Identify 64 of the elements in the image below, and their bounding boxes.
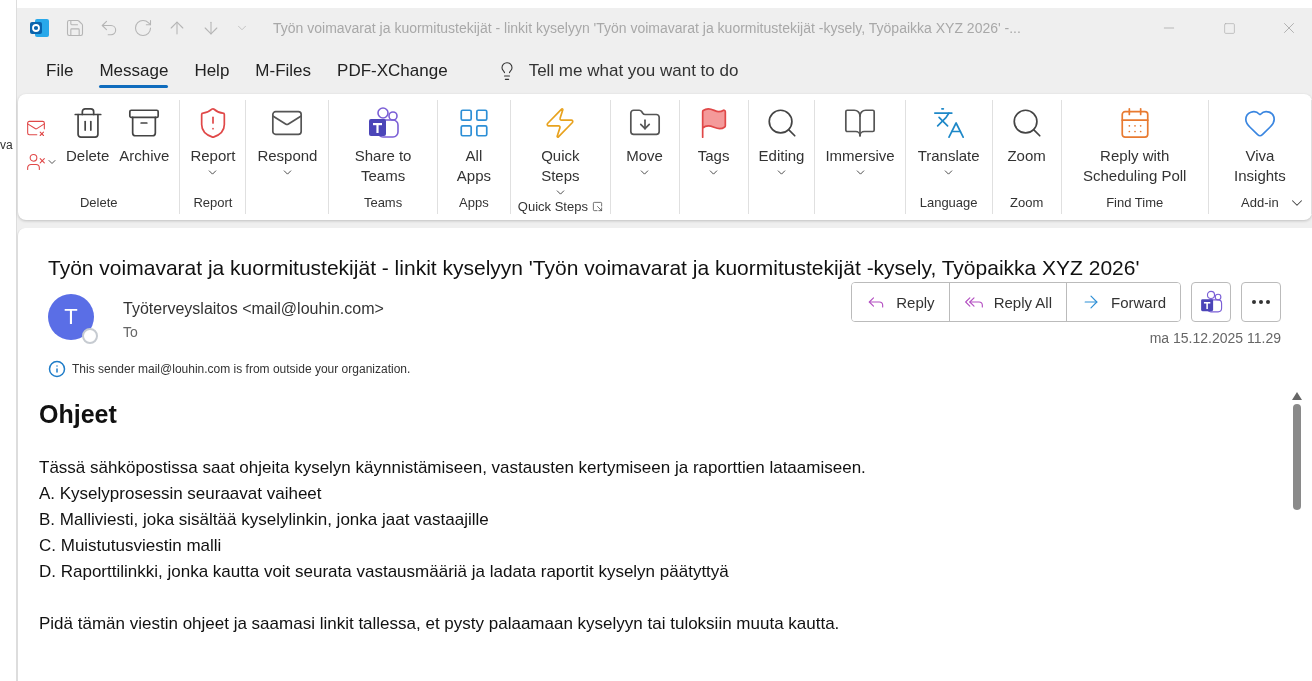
ribbon-button[interactable]: All Apps <box>443 106 505 186</box>
ribbon-button[interactable]: Quick Steps <box>517 106 604 199</box>
teams-icon <box>366 106 401 140</box>
menu-tab[interactable]: PDF-XChange <box>324 53 461 89</box>
ribbon-button[interactable]: Zoom <box>1003 106 1050 166</box>
dialog-launcher-icon[interactable] <box>591 201 603 212</box>
ribbon-button[interactable]: Share to Teams <box>335 106 431 186</box>
body-heading: Ohjeet <box>39 400 118 429</box>
to-label: To <box>123 324 139 340</box>
email-action-button[interactable]: Forward <box>1066 283 1180 321</box>
sender-name[interactable]: Työterveyslaitos <mail@louhin.com> <box>123 300 852 318</box>
menu-tab[interactable]: M-Files <box>242 53 325 89</box>
archive-box-icon <box>127 106 162 140</box>
ribbon-button[interactable]: Respond <box>253 106 322 179</box>
maximize-icon[interactable] <box>1222 21 1236 35</box>
body-text: Tässä sähköpostissa saat ohjeita kyselyn käynnistämiseen, vastausten kertymiseen ja raporttien lataamiseen. <box>39 457 867 479</box>
window-title: Työn voimavarat ja kuormitustekijät - linkit kyselyyn 'Työn voimavarat ja kuormitustekijät -kysely, Työpaikka XYZ 2026' -... <box>273 20 1022 36</box>
ribbon-button[interactable]: Editing <box>754 106 809 179</box>
mail-blocked-icon <box>26 118 46 138</box>
info-icon <box>48 360 66 378</box>
email-subject: Työn voimavarat ja kuormitustekijät - linkit kyselyyn 'Työn voimavarat ja kuormitustekijät -kysely, Työpaikka XYZ 2026' <box>48 256 1141 280</box>
person-blocked-icon <box>26 152 46 172</box>
ribbon-group-label: Find Time <box>1106 194 1164 210</box>
body-list-line: B. Malliviesti, joka sisältää kyselylinkin, jonka jaat vastaajille <box>39 509 490 531</box>
menu-tab[interactable]: Help <box>181 53 243 89</box>
body-list-line: C. Muistutusviestin malli <box>39 535 223 557</box>
ribbon-group-label: Teams <box>363 194 403 210</box>
ribbon-button[interactable]: Archive <box>115 106 174 166</box>
menu-tab[interactable]: File <box>33 53 87 89</box>
ribbon-group-label: Delete <box>79 194 118 210</box>
tell-me-field[interactable]: Tell me what you want to do <box>528 61 739 81</box>
outlook-logo <box>29 17 51 39</box>
body-text: Pidä tämän viestin ohjeet ja saamasi linkit tallessa, et pysty palaamaan kyselyyn tai tuloksiin muuta kautta. <box>39 613 841 635</box>
scroll-up-icon[interactable] <box>1292 392 1302 400</box>
body-list-line: A. Kyselyprosessin seuraavat vaiheet <box>39 483 323 505</box>
background-window-text: va <box>0 138 14 152</box>
ribbon-button[interactable]: Immersive <box>821 106 899 179</box>
ribbon-button[interactable]: Translate <box>913 106 984 179</box>
ribbon-group-label: Add-in <box>1241 194 1279 210</box>
ribbon-button[interactable]: Move <box>622 106 667 179</box>
undo-icon[interactable] <box>99 18 119 38</box>
ribbon-button[interactable]: Report <box>186 106 240 179</box>
more-icon <box>1252 300 1270 304</box>
redo-icon[interactable] <box>133 18 153 38</box>
ribbon-button[interactable]: Reply with Scheduling Poll <box>1067 106 1202 186</box>
external-sender-notice: This sender mail@louhin.com is from outside your organization. <box>72 362 411 376</box>
ribbon-group-label: Report <box>193 194 233 210</box>
ribbon-group-label: Language <box>919 194 978 210</box>
more-button[interactable] <box>1241 282 1281 322</box>
ribbon-group-label: Zoom <box>1010 194 1044 210</box>
sent-date: ma 15.12.2025 11.29 <box>1149 330 1281 346</box>
save-icon[interactable] <box>65 18 85 38</box>
teams-icon <box>1199 290 1223 314</box>
body-list-line: D. Raporttilinkki, jonka kautta voit seurata vastausmääriä ja ladata raportit kyselyn päätyttyä <box>39 561 730 583</box>
teams-button[interactable] <box>1191 282 1231 322</box>
ribbon-button[interactable]: Viva Insights <box>1214 106 1305 186</box>
scrollbar-thumb[interactable] <box>1293 404 1301 510</box>
presence-icon <box>82 328 98 344</box>
ribbon-button[interactable]: Tags <box>692 106 735 179</box>
ribbon-group-label: Quick Steps <box>517 199 588 214</box>
ribbon-group-label: Apps <box>459 194 489 210</box>
menu-tab[interactable]: Message <box>86 53 182 89</box>
translate-icon <box>931 106 966 140</box>
ribbon-button[interactable]: Delete <box>62 106 114 166</box>
